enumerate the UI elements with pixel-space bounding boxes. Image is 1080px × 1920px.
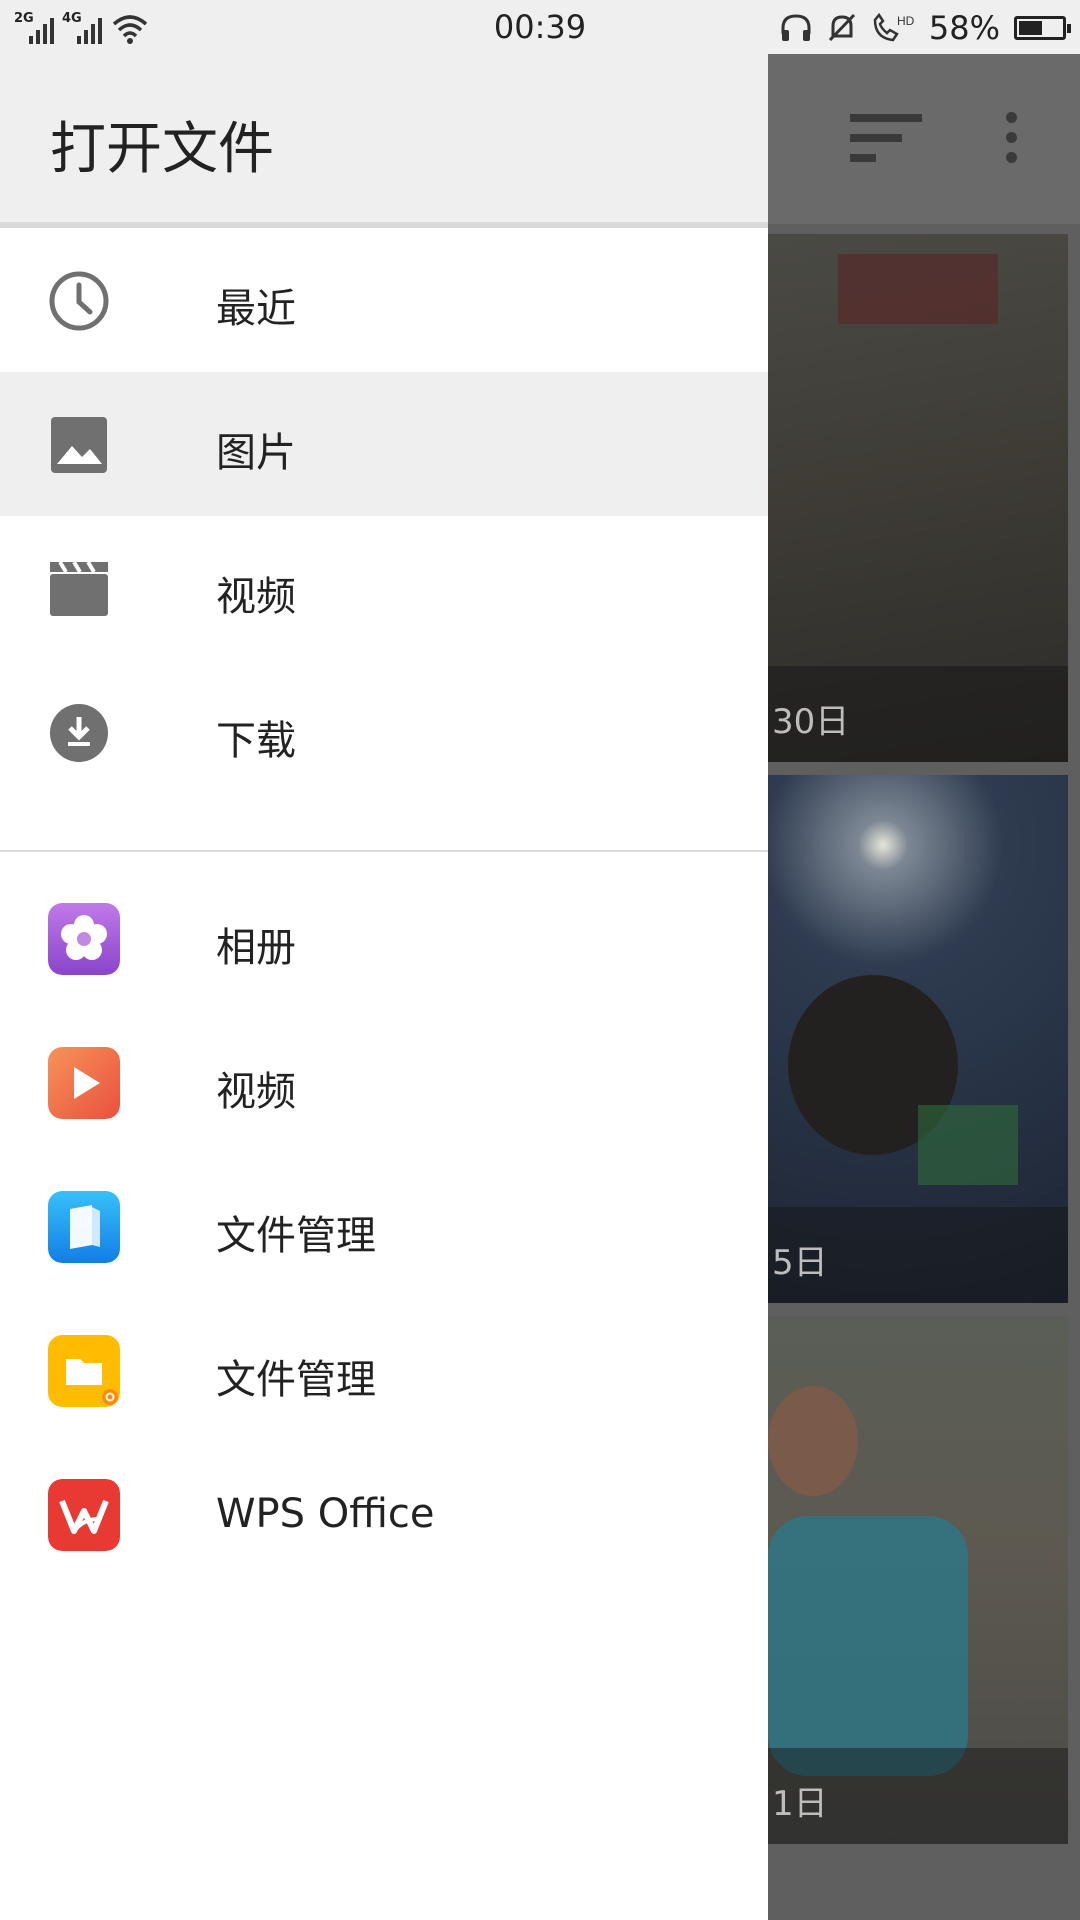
video-app-icon	[48, 1047, 120, 1119]
photo-date-caption: 1日	[768, 1748, 1068, 1844]
sort-icon	[850, 114, 926, 164]
battery-fill	[1019, 21, 1042, 35]
drawer-item-recent[interactable]: 最近	[0, 228, 768, 372]
drawer-title: 打开文件	[50, 117, 274, 182]
drawer-item-label: 下载	[216, 718, 296, 764]
drawer-item-label: 图片	[216, 430, 296, 476]
video-clapper-icon	[50, 560, 108, 616]
download-icon	[50, 704, 108, 762]
bell-muted-icon	[828, 13, 855, 42]
gallery-app-icon	[48, 903, 120, 975]
drawer-app-label: 文件管理	[216, 1357, 376, 1403]
photo-thumbnail: 30日	[768, 234, 1068, 762]
drawer-app-wps-office[interactable]: WPS Office	[0, 1443, 768, 1587]
wps-office-app-icon	[48, 1479, 120, 1551]
image-icon	[51, 417, 107, 473]
drawer-app-video[interactable]: 视频	[0, 1011, 768, 1155]
clock-icon	[49, 271, 109, 331]
drawer-app-label: 视频	[216, 1069, 296, 1115]
drawer-item-label: 最近	[216, 286, 296, 332]
background-toolbar	[768, 54, 1080, 224]
drawer-header: 打开文件	[0, 54, 768, 228]
background-gallery: 30日 5日 1日	[768, 54, 1080, 1920]
photo-thumbnail: 5日	[768, 775, 1068, 1303]
photo-date-caption: 30日	[768, 666, 1068, 762]
photo-date-caption: 5日	[768, 1207, 1068, 1303]
svg-text:HD: HD	[897, 14, 915, 28]
drawer-app-file-manager-blue[interactable]: 文件管理	[0, 1155, 768, 1299]
status-bar: 2G 4G 00:39 HD 58%	[0, 0, 1080, 54]
hd-call-icon: HD	[873, 12, 915, 42]
file-manager-blue-app-icon	[48, 1191, 120, 1263]
drawer-item-label: 视频	[216, 574, 296, 620]
drawer-app-label: 文件管理	[216, 1213, 376, 1259]
drawer-app-label: 相册	[216, 925, 296, 971]
drawer-app-gallery[interactable]: 相册	[0, 867, 768, 1011]
drawer-item-downloads[interactable]: 下载	[0, 660, 768, 804]
drawer-divider	[0, 850, 768, 852]
headphones-icon	[781, 14, 811, 41]
battery-percentage: 58%	[928, 9, 1000, 47]
file-manager-yellow-app-icon	[48, 1335, 120, 1407]
battery-icon	[1014, 16, 1071, 40]
open-file-drawer: 打开文件 最近 图片 视频 下载 相册 视频 文件管理 文件管理 WPS Off…	[0, 54, 768, 1920]
drawer-app-file-manager-yellow[interactable]: 文件管理	[0, 1299, 768, 1443]
drawer-item-videos[interactable]: 视频	[0, 516, 768, 660]
drawer-app-label: WPS Office	[216, 1491, 435, 1537]
drawer-item-images[interactable]: 图片	[0, 372, 768, 516]
photo-thumbnail: 1日	[768, 1316, 1068, 1844]
more-options-icon	[1006, 112, 1018, 164]
